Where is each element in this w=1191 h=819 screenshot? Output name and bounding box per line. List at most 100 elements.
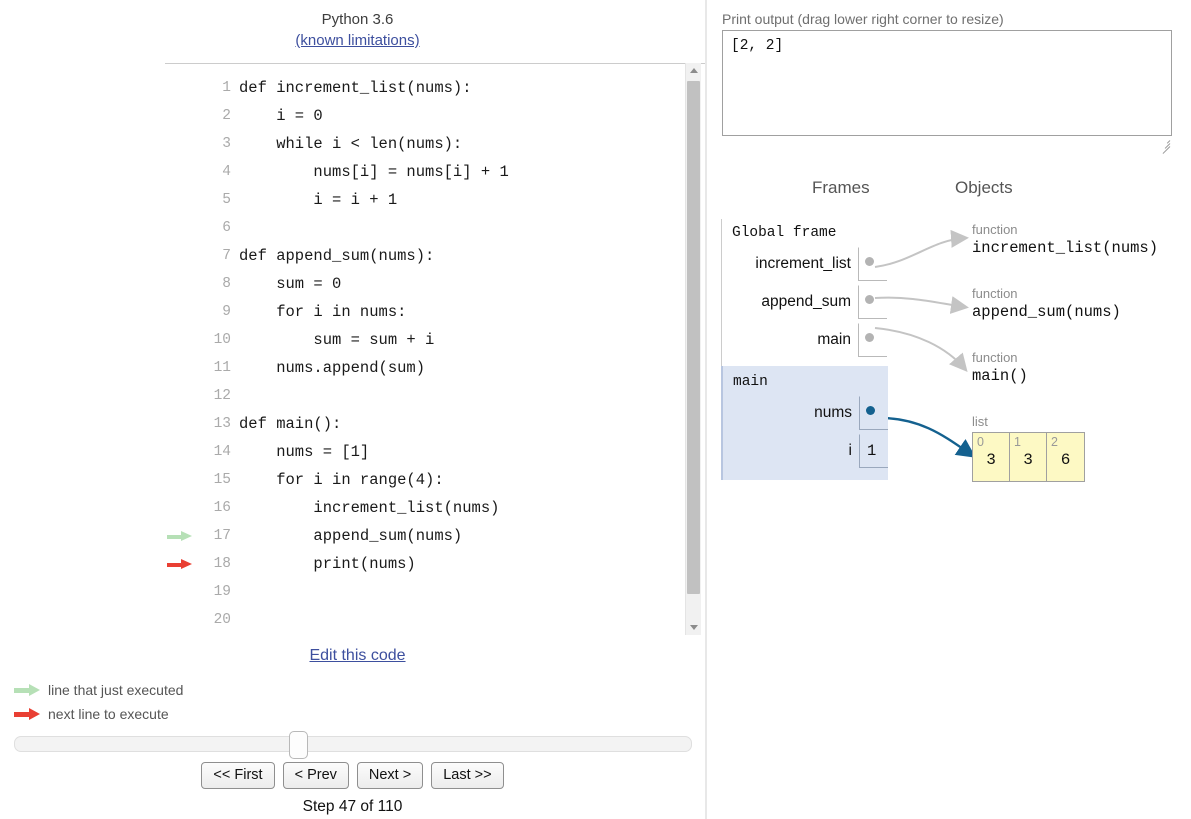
line-code-text: append_sum(nums) bbox=[239, 527, 463, 545]
code-line: 19 bbox=[165, 578, 685, 606]
frames-heading: Frames bbox=[812, 178, 870, 197]
known-limitations-link[interactable]: (known limitations) bbox=[295, 32, 419, 49]
line-number: 19 bbox=[213, 584, 231, 600]
step-slider-thumb[interactable] bbox=[289, 731, 308, 759]
list-cell-value: 3 bbox=[1023, 451, 1033, 469]
python-version-label: Python 3.6 bbox=[321, 11, 394, 28]
code-line-gutter bbox=[165, 438, 197, 466]
list-cell-value: 6 bbox=[1060, 451, 1071, 469]
list-cells: 031326 bbox=[972, 432, 1085, 482]
line-number: 16 bbox=[213, 500, 231, 516]
pointer-dot-icon bbox=[866, 406, 875, 415]
pointer-dot-icon bbox=[865, 333, 874, 342]
code-display[interactable]: 1 def increment_list(nums): 2 i = 03 while… bbox=[165, 63, 705, 636]
line-code-text: i = 0 bbox=[239, 107, 323, 125]
code-line: 1 def increment_list(nums): bbox=[165, 74, 685, 102]
prev-button[interactable]: < Prev bbox=[282, 762, 349, 789]
variable-value: 1 bbox=[867, 442, 877, 460]
line-number: 12 bbox=[213, 388, 231, 404]
code-pane-header: Python 3.6 (known limitations) bbox=[165, 9, 550, 51]
code-line-gutter bbox=[165, 578, 197, 606]
step-slider[interactable] bbox=[14, 731, 692, 759]
code-line: 17 append_sum(nums) bbox=[165, 522, 685, 550]
global-frame-variables: increment_list append_sum main bbox=[722, 247, 887, 357]
frame-variable-row: nums bbox=[723, 396, 888, 430]
resize-handle-icon[interactable] bbox=[1159, 136, 1171, 154]
line-code-text: while i < len(nums): bbox=[239, 135, 463, 153]
line-number: 1 bbox=[222, 80, 231, 96]
list-cell: 03 bbox=[973, 433, 1010, 481]
line-number: 10 bbox=[213, 332, 231, 348]
code-line-gutter bbox=[165, 466, 197, 494]
code-line: 5 i = i + 1 bbox=[165, 186, 685, 214]
code-line: 21main() bbox=[165, 634, 685, 636]
first-button[interactable]: << First bbox=[201, 762, 275, 789]
object-name: append_sum(nums) bbox=[972, 303, 1121, 321]
code-line-list: 1 def increment_list(nums): 2 i = 03 while… bbox=[165, 74, 685, 636]
list-cell-index: 0 bbox=[977, 435, 984, 449]
object-name: main() bbox=[972, 367, 1028, 385]
line-code-text: nums.append(sum) bbox=[239, 359, 426, 377]
main-frame-variables: nums i 1 bbox=[723, 396, 888, 468]
scrollbar-thumb[interactable] bbox=[687, 81, 700, 594]
line-code-text: sum = sum + i bbox=[239, 331, 435, 349]
code-line-gutter bbox=[165, 158, 197, 186]
list-cell-value: 3 bbox=[986, 451, 996, 469]
last-button[interactable]: Last >> bbox=[431, 762, 504, 789]
code-line-marker bbox=[165, 550, 197, 578]
function-object: function increment_list(nums) bbox=[972, 222, 1158, 259]
line-number: 15 bbox=[213, 472, 231, 488]
code-line: 9 for i in nums: bbox=[165, 298, 685, 326]
object-type-label: function bbox=[972, 350, 1018, 365]
variable-name: increment_list bbox=[755, 255, 851, 272]
list-object: list 0 3 1 3 2 6 bbox=[972, 414, 1085, 482]
pointer-dot-icon bbox=[865, 295, 874, 304]
variable-value-box bbox=[858, 285, 887, 319]
code-pane: Python 3.6 (known limitations) 1 def incr… bbox=[0, 0, 705, 819]
line-number: 4 bbox=[222, 164, 231, 180]
line-number: 13 bbox=[213, 416, 231, 432]
line-number: 18 bbox=[213, 556, 231, 572]
code-line: 20 bbox=[165, 606, 685, 634]
pointer-dot-icon bbox=[865, 257, 874, 266]
line-number: 9 bbox=[222, 304, 231, 320]
code-line-gutter bbox=[165, 298, 197, 326]
code-line: 18 print(nums) bbox=[165, 550, 685, 578]
global-frame-title: Global frame bbox=[732, 225, 837, 241]
line-number: 20 bbox=[213, 612, 231, 628]
step-counter-label: Step 47 of 110 bbox=[302, 798, 403, 815]
edit-this-code-link[interactable]: Edit this code bbox=[309, 647, 405, 664]
main-frame: main nums i 1 bbox=[721, 366, 888, 480]
line-code-text: for i in range(4): bbox=[239, 471, 444, 489]
variable-name: i bbox=[848, 442, 852, 459]
variable-value-box: 1 bbox=[859, 434, 888, 468]
code-line-gutter bbox=[165, 102, 197, 130]
code-line: 7 def append_sum(nums): bbox=[165, 242, 685, 270]
line-code-text: print(nums) bbox=[239, 555, 416, 573]
scroll-down-arrow-icon[interactable] bbox=[686, 620, 701, 635]
list-cell-index: 2 bbox=[1051, 435, 1058, 449]
code-line-gutter bbox=[165, 74, 197, 102]
legend-label: line that just executed bbox=[48, 682, 184, 698]
code-line-gutter bbox=[165, 606, 197, 634]
function-object: function main() bbox=[972, 350, 1028, 387]
code-line-gutter bbox=[165, 242, 197, 270]
line-number: 7 bbox=[222, 248, 231, 264]
code-line-gutter bbox=[165, 354, 197, 382]
step-controls: << First < Prev Next > Last >> bbox=[0, 762, 705, 789]
code-line-gutter bbox=[165, 130, 197, 158]
print-output-box[interactable]: [2, 2] bbox=[722, 30, 1172, 136]
python-tutor-visualizer: Python 3.6 (known limitations) 1 def incr… bbox=[0, 0, 1191, 819]
line-number: 2 bbox=[222, 108, 231, 124]
line-number: 8 bbox=[222, 276, 231, 292]
code-line: 2 i = 0 bbox=[165, 102, 685, 130]
code-scrollbar[interactable] bbox=[685, 63, 701, 635]
code-line: 12 bbox=[165, 382, 685, 410]
code-line: 13 def main(): bbox=[165, 410, 685, 438]
scroll-up-arrow-icon[interactable] bbox=[686, 63, 701, 78]
list-cell: 26 bbox=[1047, 433, 1084, 481]
object-type-label: function bbox=[972, 222, 1018, 237]
line-code-text: def main(): bbox=[239, 415, 342, 433]
code-line: 15 for i in range(4): bbox=[165, 466, 685, 494]
next-button[interactable]: Next > bbox=[356, 762, 424, 789]
